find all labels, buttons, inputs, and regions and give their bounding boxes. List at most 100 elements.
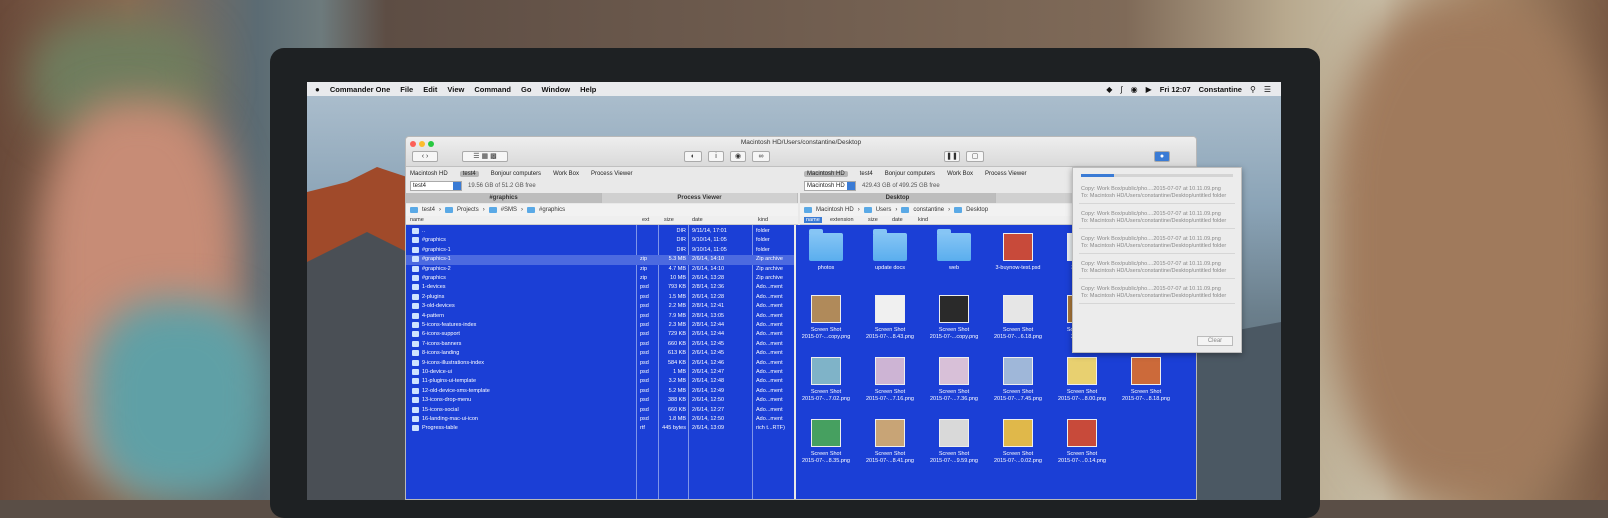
crumb-3[interactable]: Desktop bbox=[966, 207, 988, 213]
grid-item[interactable]: Screen Shot 2015-07-...8.00.png bbox=[1050, 357, 1114, 403]
grid-item[interactable]: Screen Shot 2015-07-...8.41.png bbox=[858, 419, 922, 465]
file-row[interactable]: 6-icons-support psd 729 KB 2/6/14, 12:44 Ado… bbox=[406, 330, 794, 339]
file-row[interactable]: 9-icons-illustrations-index psd 584 KB 2/6/… bbox=[406, 359, 794, 368]
bluetooth-icon[interactable]: ∫ bbox=[1120, 85, 1122, 94]
col-size[interactable]: size bbox=[868, 217, 878, 223]
toggle-hidden-icon[interactable]: ◐ bbox=[684, 151, 702, 162]
crumb-3[interactable]: #graphics bbox=[539, 207, 565, 213]
crumb-0[interactable]: test4 bbox=[422, 207, 435, 213]
grid-item[interactable]: Screen Shot 2015-07-...0.02.png bbox=[986, 419, 1050, 465]
grid-item[interactable]: Screen Shot 2015-07-...7.02.png bbox=[796, 357, 858, 403]
grid-item[interactable]: update docs bbox=[858, 229, 922, 272]
file-row[interactable]: 12-old-device-sms-template psd 5.2 MB 2/6/1… bbox=[406, 387, 794, 396]
grid-item[interactable]: Screen Shot 2015-07-...7.16.png bbox=[858, 357, 922, 403]
grid-item[interactable]: Screen Shot 2015-07-...copy.png bbox=[922, 295, 986, 341]
right-drive-select[interactable]: Macintosh HD bbox=[804, 181, 856, 191]
pause-icon[interactable]: ❚❚ bbox=[944, 151, 960, 162]
clear-button[interactable]: Clear bbox=[1197, 336, 1233, 346]
crumb-0[interactable]: Macintosh HD bbox=[816, 207, 854, 213]
file-row[interactable]: #graphics-1 DIR 9/10/14, 11:05 folder bbox=[406, 246, 794, 255]
file-row[interactable]: 5-icons-features-index psd 2.3 MB 2/8/14, 1… bbox=[406, 321, 794, 330]
tab-bonjour[interactable]: Bonjour computers bbox=[491, 171, 541, 177]
file-row[interactable]: 10-device-ui psd 1 MB 2/6/14, 12:47 Ado...me… bbox=[406, 368, 794, 377]
col-date[interactable]: date bbox=[892, 217, 903, 223]
file-row[interactable]: 8-icons-landing psd 613 KB 2/6/14, 12:45 Ado… bbox=[406, 349, 794, 358]
apple-icon[interactable]: ● bbox=[315, 85, 320, 94]
user-name[interactable]: Constantine bbox=[1199, 85, 1242, 94]
menu-file[interactable]: File bbox=[400, 85, 413, 94]
crumb-1[interactable]: Projects bbox=[457, 207, 479, 213]
col-name[interactable]: name bbox=[410, 217, 424, 223]
file-row[interactable]: #graphics DIR 9/10/14, 11:05 folder bbox=[406, 236, 794, 245]
file-row[interactable]: 1-devices psd 793 KB 2/8/14, 12:36 Ado...men… bbox=[406, 283, 794, 292]
menu-view[interactable]: View bbox=[447, 85, 464, 94]
menu-command[interactable]: Command bbox=[474, 85, 511, 94]
left-subtab-graphics[interactable]: #graphics bbox=[406, 193, 602, 203]
file-row[interactable]: 13-icons-drop-menu psd 388 KB 2/6/14, 12:50… bbox=[406, 396, 794, 405]
operation-item[interactable]: Copy: Work Box/public/pho....2015-07-07 … bbox=[1079, 283, 1235, 304]
tab-macintosh-hd[interactable]: Macintosh HD bbox=[804, 170, 848, 177]
tab-test4[interactable]: test4 bbox=[459, 170, 479, 177]
col-date[interactable]: date bbox=[692, 217, 703, 223]
grid-item[interactable]: Screen Shot 2015-07-...8.43.png bbox=[858, 295, 922, 341]
grid-item[interactable]: photos bbox=[796, 229, 858, 272]
col-name[interactable]: name bbox=[804, 217, 822, 223]
volume-icon[interactable]: ▶ bbox=[1146, 85, 1152, 94]
grid-item[interactable]: Screen Shot 2015-07-...copy.png bbox=[796, 295, 858, 341]
col-extension[interactable]: extension bbox=[830, 217, 854, 223]
tab-work-box[interactable]: Work Box bbox=[553, 171, 579, 177]
menu-window[interactable]: Window bbox=[541, 85, 570, 94]
clock[interactable]: Fri 12:07 bbox=[1160, 85, 1191, 94]
crumb-2[interactable]: #SMS bbox=[501, 207, 517, 213]
operation-item[interactable]: Copy: Work Box/public/pho....2015-07-07 … bbox=[1079, 233, 1235, 254]
grid-item[interactable]: Screen Shot 2015-07-...8.18.png bbox=[1114, 357, 1178, 403]
menu-help[interactable]: Help bbox=[580, 85, 596, 94]
file-row[interactable]: 4-pattern psd 7.9 MB 2/8/14, 13:05 Ado...men… bbox=[406, 312, 794, 321]
file-row[interactable]: #graphics-1 zip 5.3 MB 2/6/14, 14:10 Zip arc… bbox=[406, 255, 794, 265]
file-row[interactable]: 16-landing-mac-ui-icon psd 1.8 MB 2/6/14, 1… bbox=[406, 415, 794, 424]
info-icon[interactable]: i bbox=[708, 151, 724, 162]
operations-queue-button[interactable]: ● bbox=[1154, 151, 1170, 162]
grid-item[interactable]: Screen Shot 2015-07-...6.18.png bbox=[986, 295, 1050, 341]
crumb-1[interactable]: Users bbox=[876, 207, 892, 213]
col-kind[interactable]: kind bbox=[918, 217, 928, 223]
left-file-list[interactable]: .. DIR 9/11/14, 17:01 folder #graphics DIR 9/1… bbox=[406, 225, 794, 499]
notification-center-icon[interactable]: ☰ bbox=[1264, 85, 1271, 94]
left-drive-select[interactable]: test4 bbox=[410, 181, 462, 191]
grid-item[interactable]: Screen Shot 2015-07-...8.35.png bbox=[796, 419, 858, 465]
operation-item[interactable]: Copy: Work Box/public/pho....2015-07-07 … bbox=[1079, 258, 1235, 279]
tab-process-viewer[interactable]: Process Viewer bbox=[985, 171, 1027, 177]
operation-item[interactable]: Copy: Work Box/public/pho....2015-07-07 … bbox=[1079, 208, 1235, 229]
file-row[interactable]: 2-plugins psd 1.5 MB 2/6/14, 12:28 Ado...men… bbox=[406, 293, 794, 302]
grid-item[interactable]: Screen Shot 2015-07-...7.36.png bbox=[922, 357, 986, 403]
col-kind[interactable]: kind bbox=[758, 217, 768, 223]
folder-action-icon[interactable]: ▢ bbox=[966, 151, 984, 162]
menu-edit[interactable]: Edit bbox=[423, 85, 437, 94]
wifi-icon[interactable]: ◉ bbox=[1131, 85, 1138, 94]
grid-item[interactable]: web bbox=[922, 229, 986, 272]
binoculars-icon[interactable]: ∞ bbox=[752, 151, 770, 162]
spotlight-icon[interactable]: ⚲ bbox=[1250, 85, 1256, 94]
file-row[interactable]: #graphics zip 10 MB 2/6/14, 13:28 Zip archiv… bbox=[406, 274, 794, 283]
file-row[interactable]: 11-plugins-ui-template psd 3.2 MB 2/6/14, 1… bbox=[406, 377, 794, 386]
operation-item[interactable]: Copy: Work Box/public/pho....2015-07-07 … bbox=[1079, 183, 1235, 204]
grid-item[interactable]: Screen Shot 2015-07-...0.14.png bbox=[1050, 419, 1114, 465]
tab-process-viewer[interactable]: Process Viewer bbox=[591, 171, 633, 177]
grid-item[interactable]: 3-buynow-test.psd bbox=[986, 233, 1050, 272]
file-row[interactable]: 3-old-devices psd 2.2 MB 2/8/14, 12:41 Ado..… bbox=[406, 302, 794, 311]
tab-bonjour[interactable]: Bonjour computers bbox=[885, 171, 935, 177]
left-subtab-process-viewer[interactable]: Process Viewer bbox=[602, 193, 798, 203]
dropbox-icon[interactable]: ◆ bbox=[1106, 85, 1112, 94]
file-row[interactable]: Progress-table rtf 445 bytes 2/6/14, 13:09 r… bbox=[406, 424, 794, 433]
grid-item[interactable]: Screen Shot 2015-07-...7.45.png bbox=[986, 357, 1050, 403]
crumb-2[interactable]: constantine bbox=[913, 207, 944, 213]
back-forward-buttons[interactable]: ‹ › bbox=[412, 151, 438, 162]
right-subtab-desktop[interactable]: Desktop bbox=[800, 193, 996, 203]
app-menu[interactable]: Commander One bbox=[330, 85, 390, 94]
tab-test4[interactable]: test4 bbox=[860, 171, 873, 177]
menu-go[interactable]: Go bbox=[521, 85, 531, 94]
preview-eye-icon[interactable]: ◉ bbox=[730, 151, 746, 162]
file-row[interactable]: 7-icons-banners psd 660 KB 2/6/14, 12:45 Ado… bbox=[406, 340, 794, 349]
file-row[interactable]: 15-icons-social psd 660 KB 2/6/14, 12:27 Ado… bbox=[406, 406, 794, 415]
tab-work-box[interactable]: Work Box bbox=[947, 171, 973, 177]
